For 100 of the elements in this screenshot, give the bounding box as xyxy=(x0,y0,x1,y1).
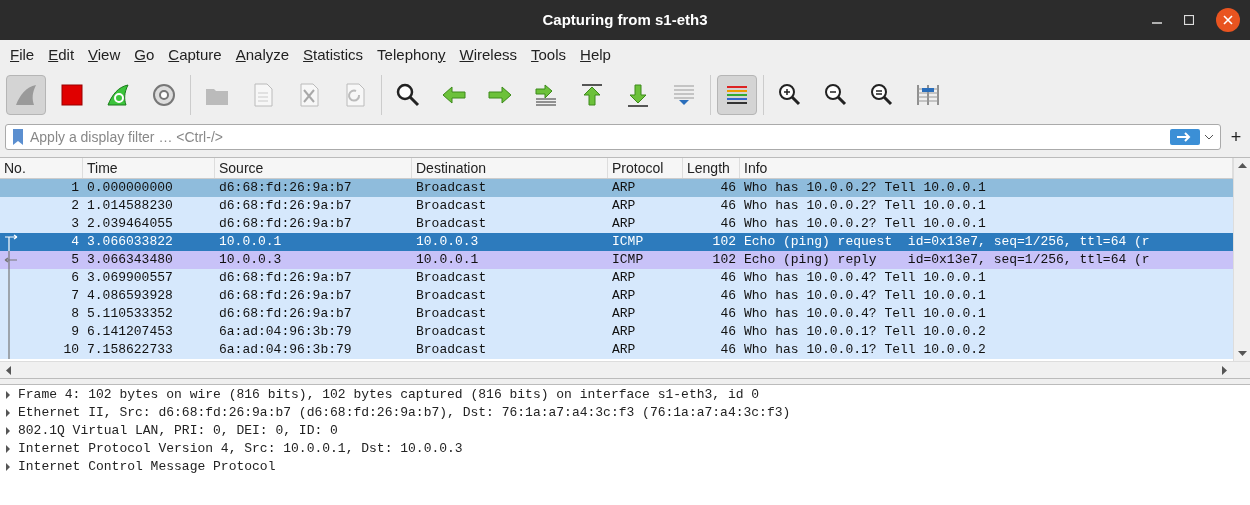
collapsed-arrow-icon[interactable] xyxy=(4,391,12,399)
table-cell-text: 2.039464055 xyxy=(86,215,174,233)
table-cell-text: Broadcast xyxy=(415,323,488,341)
menu-item[interactable]: Analyze xyxy=(228,43,297,67)
table-cell-text: ICMP xyxy=(611,251,645,269)
table-cell-text: Who has 10.0.0.4? Tell 10.0.0.1 xyxy=(743,287,987,305)
packet-row[interactable]: 6 3.069900557 d6:68:fd:26:9a:b7 Broadcast ARP 46 Who has 10.0.0.4? Tell 10.0.0.1 xyxy=(0,269,1233,287)
detail-text: Frame 4: 102 bytes on wire (816 bits), 102 bytes captured (816 bits) on interface s1-eth3, id 0 xyxy=(18,386,760,405)
table-cell-text: d6:68:fd:26:9a:b7 xyxy=(218,179,353,197)
horizontal-scrollbar[interactable] xyxy=(0,361,1250,378)
menu-item[interactable]: View xyxy=(81,43,128,67)
menu-item[interactable]: Help xyxy=(573,43,618,67)
collapsed-arrow-icon[interactable] xyxy=(4,409,12,417)
packet-row[interactable]: 9 6.141207453 6a:ad:04:96:3b:79 Broadcast ARP 46 Who has 10.0.0.1? Tell 10.0.0.2 xyxy=(0,323,1233,341)
menu-item[interactable]: Go xyxy=(127,43,162,67)
menu-item[interactable]: Wireless xyxy=(452,43,525,67)
table-cell-text: 6 xyxy=(70,269,80,287)
column-header[interactable]: Source xyxy=(215,158,412,178)
detail-text: Internet Protocol Version 4, Src: 10.0.0.1, Dst: 10.0.0.3 xyxy=(18,440,463,459)
table-cell-text: Echo (ping) reply id=0x13e7, seq=1/256, ttl=64 (r xyxy=(743,251,1151,269)
menu-item[interactable]: Telephony xyxy=(370,43,453,67)
detail-tree-item[interactable]: Frame 4: 102 bytes on wire (816 bits), 102 bytes captured (816 bits) on interface s1-eth3, id 0 xyxy=(0,386,1250,404)
packet-row[interactable]: 3 2.039464055 d6:68:fd:26:9a:b7 Broadcast ARP 46 Who has 10.0.0.2? Tell 10.0.0.1 xyxy=(0,215,1233,233)
column-header[interactable]: Length xyxy=(683,158,740,178)
table-cell-text: ICMP xyxy=(611,233,645,251)
packet-row[interactable]: 7 4.086593928 d6:68:fd:26:9a:b7 Broadcast ARP 46 Who has 10.0.0.4? Tell 10.0.0.1 xyxy=(0,287,1233,305)
table-cell-text: Who has 10.0.0.4? Tell 10.0.0.1 xyxy=(743,305,987,323)
table-cell-text: 46 xyxy=(719,287,737,305)
column-header[interactable]: Protocol xyxy=(608,158,683,178)
table-cell-text: d6:68:fd:26:9a:b7 xyxy=(218,305,353,323)
table-cell-text: 10.0.0.1 xyxy=(218,233,283,251)
search-icon xyxy=(394,81,422,109)
table-cell-text: ARP xyxy=(611,197,637,215)
table-cell-text: Who has 10.0.0.4? Tell 10.0.0.1 xyxy=(743,269,987,287)
close-icon[interactable] xyxy=(1216,8,1240,32)
packet-row[interactable]: 5 3.066343480 10.0.0.3 10.0.0.1 ICMP 102 Echo (ping) reply id=0x13e7, seq=1/256, ttl=64 (r xyxy=(0,251,1233,269)
column-header[interactable]: No. xyxy=(0,158,83,178)
table-cell-text: 46 xyxy=(719,197,737,215)
display-filter-field[interactable]: Apply a display filter … <Ctrl-/> xyxy=(30,126,1170,148)
table-cell-text: ARP xyxy=(611,287,637,305)
table-cell-text: Who has 10.0.0.2? Tell 10.0.0.1 xyxy=(743,179,987,197)
scroll-left-icon[interactable] xyxy=(5,365,11,375)
scroll-up-icon[interactable] xyxy=(1237,162,1247,168)
table-cell-text: 10.0.0.1 xyxy=(415,251,480,269)
gear-icon xyxy=(150,81,178,109)
bookmark-icon xyxy=(10,128,26,146)
column-header[interactable]: Destination xyxy=(412,158,608,178)
packet-row[interactable]: 2 1.014588230 d6:68:fd:26:9a:b7 Broadcast ARP 46 Who has 10.0.0.2? Tell 10.0.0.1 xyxy=(0,197,1233,215)
table-cell-text: 1.014588230 xyxy=(86,197,174,215)
table-cell-text: ARP xyxy=(611,341,637,359)
detail-tree-item[interactable]: Internet Protocol Version 4, Src: 10.0.0.1, Dst: 10.0.0.3 xyxy=(0,440,1250,458)
column-header[interactable]: Time xyxy=(83,158,215,178)
add-filter-button[interactable]: + xyxy=(1227,128,1245,146)
menu-item[interactable]: Statistics xyxy=(296,43,371,67)
collapsed-arrow-icon[interactable] xyxy=(4,463,12,471)
table-cell-text: Echo (ping) request id=0x13e7, seq=1/256, ttl=64 (r xyxy=(743,233,1151,251)
detail-text: Internet Control Message Protocol xyxy=(18,458,276,477)
table-cell-text: 0.000000000 xyxy=(86,179,174,197)
table-cell-text: 46 xyxy=(719,323,737,341)
table-cell-text: 4 xyxy=(70,233,80,251)
colorize-button[interactable] xyxy=(717,75,757,115)
table-cell-text: Broadcast xyxy=(415,305,488,323)
table-cell-text: 6a:ad:04:96:3b:79 xyxy=(218,323,353,341)
table-cell-text: 10 xyxy=(62,341,80,359)
table-cell-text: 3.066343480 xyxy=(86,251,174,269)
table-cell-text: 7.158622733 xyxy=(86,341,174,359)
table-cell-text: Who has 10.0.0.1? Tell 10.0.0.2 xyxy=(743,341,987,359)
table-cell-text: 3 xyxy=(70,215,80,233)
menu-item[interactable]: Edit xyxy=(41,43,82,67)
scroll-down-icon[interactable] xyxy=(1237,351,1247,357)
menu-item[interactable]: Tools xyxy=(524,43,574,67)
vertical-scrollbar[interactable] xyxy=(1233,158,1250,361)
table-cell-text: 3.066033822 xyxy=(86,233,174,251)
table-cell-text: Broadcast xyxy=(415,341,488,359)
packet-row[interactable]: 8 5.110533352 d6:68:fd:26:9a:b7 Broadcast ARP 46 Who has 10.0.0.4? Tell 10.0.0.1 xyxy=(0,305,1233,323)
table-cell-text: 5.110533352 xyxy=(86,305,174,323)
table-cell-text: ARP xyxy=(611,179,637,197)
table-cell-text: ARP xyxy=(611,215,637,233)
menu-item[interactable]: File xyxy=(3,43,42,67)
detail-tree-item[interactable]: Internet Control Message Protocol xyxy=(0,458,1250,476)
table-cell-text: 2 xyxy=(70,197,80,215)
collapsed-arrow-icon[interactable] xyxy=(4,427,12,435)
packet-row[interactable]: 10 7.158622733 6a:ad:04:96:3b:79 Broadcast ARP 46 Who has 10.0.0.1? Tell 10.0.0.2 xyxy=(0,341,1233,359)
detail-tree-item[interactable]: Ethernet II, Src: d6:68:fd:26:9a:b7 (d6:68:fd:26:9a:b7), Dst: 76:1a:a7:a4:3c:f3 (76:1a:a7:a4:3c:f3) xyxy=(0,404,1250,422)
packet-row[interactable]: 4 3.066033822 10.0.0.1 10.0.0.3 ICMP 102 Echo (ping) request id=0x13e7, seq=1/256, ttl=64 (r xyxy=(0,233,1233,251)
detail-tree-item[interactable]: 802.1Q Virtual LAN, PRI: 0, DEI: 0, ID: 0 xyxy=(0,422,1250,440)
maximize-icon[interactable] xyxy=(1184,15,1194,25)
table-cell-text: 6.141207453 xyxy=(86,323,174,341)
dropdown-caret-icon[interactable] xyxy=(1204,133,1214,141)
menu-item[interactable]: Capture xyxy=(161,43,229,67)
restart-icon xyxy=(104,81,132,109)
display-filter-bar[interactable]: Apply a display filter … <Ctrl-/> xyxy=(5,124,1221,150)
table-cell-text: 46 xyxy=(719,269,737,287)
table-cell-text: 10.0.0.3 xyxy=(415,233,480,251)
scroll-right-icon[interactable] xyxy=(1222,365,1228,375)
packet-row[interactable]: 1 0.000000000 d6:68:fd:26:9a:b7 Broadcast ARP 46 Who has 10.0.0.2? Tell 10.0.0.1 xyxy=(0,179,1233,197)
table-cell-text: 46 xyxy=(719,215,737,233)
table-cell-text: d6:68:fd:26:9a:b7 xyxy=(218,269,353,287)
collapsed-arrow-icon[interactable] xyxy=(4,445,12,453)
table-cell-text: d6:68:fd:26:9a:b7 xyxy=(218,197,353,215)
